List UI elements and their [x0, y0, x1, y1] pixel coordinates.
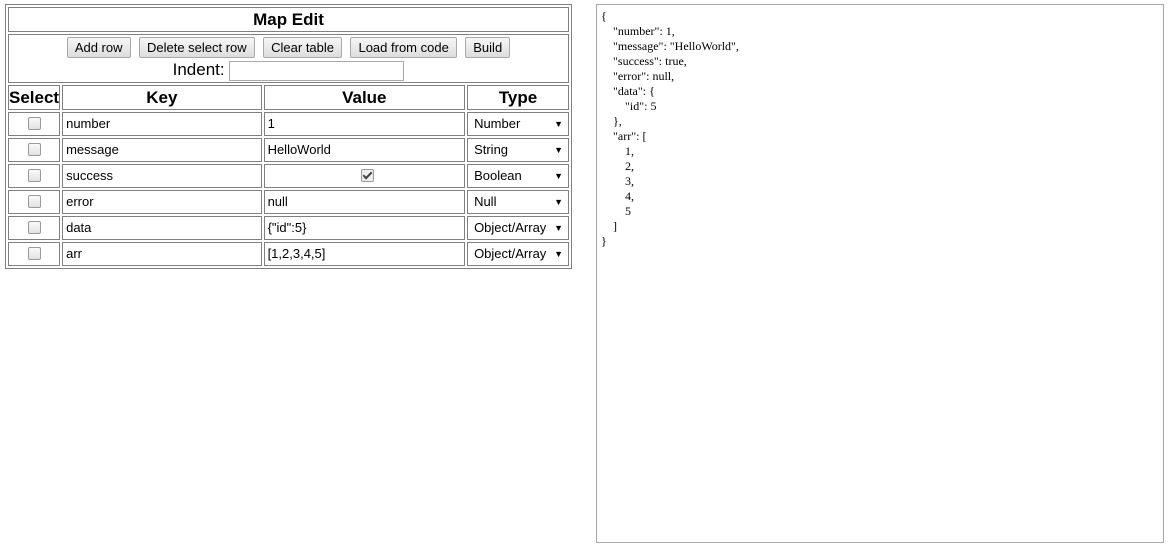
value-input[interactable]: [1,2,3,4,5] — [265, 243, 465, 265]
build-button[interactable]: Build — [465, 37, 511, 58]
row-select-checkbox[interactable] — [27, 195, 41, 209]
dropdown-arrow-icon: ▼ — [554, 119, 563, 129]
type-select-value: Null — [474, 194, 497, 209]
key-input[interactable]: arr — [63, 243, 260, 265]
clear-table-button[interactable]: Clear table — [263, 37, 343, 58]
column-header-key: Key — [62, 85, 262, 110]
column-header-select: Select — [8, 85, 61, 110]
row-select-checkbox[interactable] — [27, 117, 41, 131]
table-row: success Boolean ▼ — [8, 164, 569, 188]
key-input[interactable]: number — [63, 113, 260, 135]
table-row: error null Null ▼ — [8, 190, 569, 214]
type-select-value: Object/Array — [474, 220, 547, 235]
indent-label: Indent: — [172, 60, 225, 79]
type-select[interactable]: Null ▼ — [468, 191, 568, 213]
type-select[interactable]: Number ▼ — [468, 113, 568, 135]
type-select[interactable]: Object/Array ▼ — [468, 243, 568, 265]
row-select-checkbox[interactable] — [27, 143, 41, 157]
delete-select-row-button[interactable]: Delete select row — [138, 37, 255, 58]
dropdown-arrow-icon: ▼ — [554, 171, 563, 181]
type-select[interactable]: Boolean ▼ — [468, 165, 568, 187]
dropdown-arrow-icon: ▼ — [554, 197, 563, 207]
value-input[interactable]: {"id":5} — [265, 217, 465, 239]
value-input[interactable]: null — [265, 191, 465, 213]
row-select-checkbox[interactable] — [27, 247, 41, 261]
key-input[interactable]: success — [63, 165, 260, 187]
type-select-value: Number — [474, 116, 521, 131]
indent-row: Indent: — [9, 60, 568, 81]
column-header-type: Type — [467, 85, 569, 110]
type-select-value: Object/Array — [474, 246, 547, 261]
table-row: data {"id":5} Object/Array ▼ — [8, 216, 569, 240]
key-input[interactable]: data — [63, 217, 260, 239]
table-row: arr [1,2,3,4,5] Object/Array ▼ — [8, 242, 569, 266]
map-edit-table: Map Edit Add row Delete select row Clear… — [5, 4, 572, 269]
table-row: number 1 Number ▼ — [8, 112, 569, 136]
value-input[interactable]: HelloWorld — [265, 139, 465, 161]
column-header-value: Value — [263, 85, 466, 110]
json-output-text: { "number": 1, "message": "HelloWorld", … — [601, 9, 739, 248]
json-output-textarea[interactable]: { "number": 1, "message": "HelloWorld", … — [596, 4, 1164, 543]
row-select-checkbox[interactable] — [27, 169, 41, 183]
toolbar-buttons: Add row Delete select row Clear table Lo… — [9, 37, 568, 58]
dropdown-arrow-icon: ▼ — [554, 249, 563, 259]
value-boolean-checkbox[interactable] — [360, 169, 374, 183]
add-row-button[interactable]: Add row — [66, 37, 131, 58]
table-header: Select Key Value Type — [8, 85, 569, 110]
row-select-checkbox[interactable] — [27, 221, 41, 235]
editor-title: Map Edit — [8, 7, 569, 32]
type-select[interactable]: Object/Array ▼ — [468, 217, 568, 239]
dropdown-arrow-icon: ▼ — [554, 145, 563, 155]
type-select-value: String — [474, 142, 509, 157]
dropdown-arrow-icon: ▼ — [554, 223, 563, 233]
toolbar: Add row Delete select row Clear table Lo… — [8, 34, 569, 83]
type-select[interactable]: String ▼ — [468, 139, 568, 161]
table-row: message HelloWorld String ▼ — [8, 138, 569, 162]
indent-input[interactable] — [229, 61, 405, 81]
type-select-value: Boolean — [474, 168, 522, 183]
value-input[interactable]: 1 — [265, 113, 465, 135]
key-input[interactable]: error — [63, 191, 260, 213]
key-input[interactable]: message — [63, 139, 260, 161]
value-boolean-field — [265, 165, 465, 187]
load-from-code-button[interactable]: Load from code — [350, 37, 457, 58]
